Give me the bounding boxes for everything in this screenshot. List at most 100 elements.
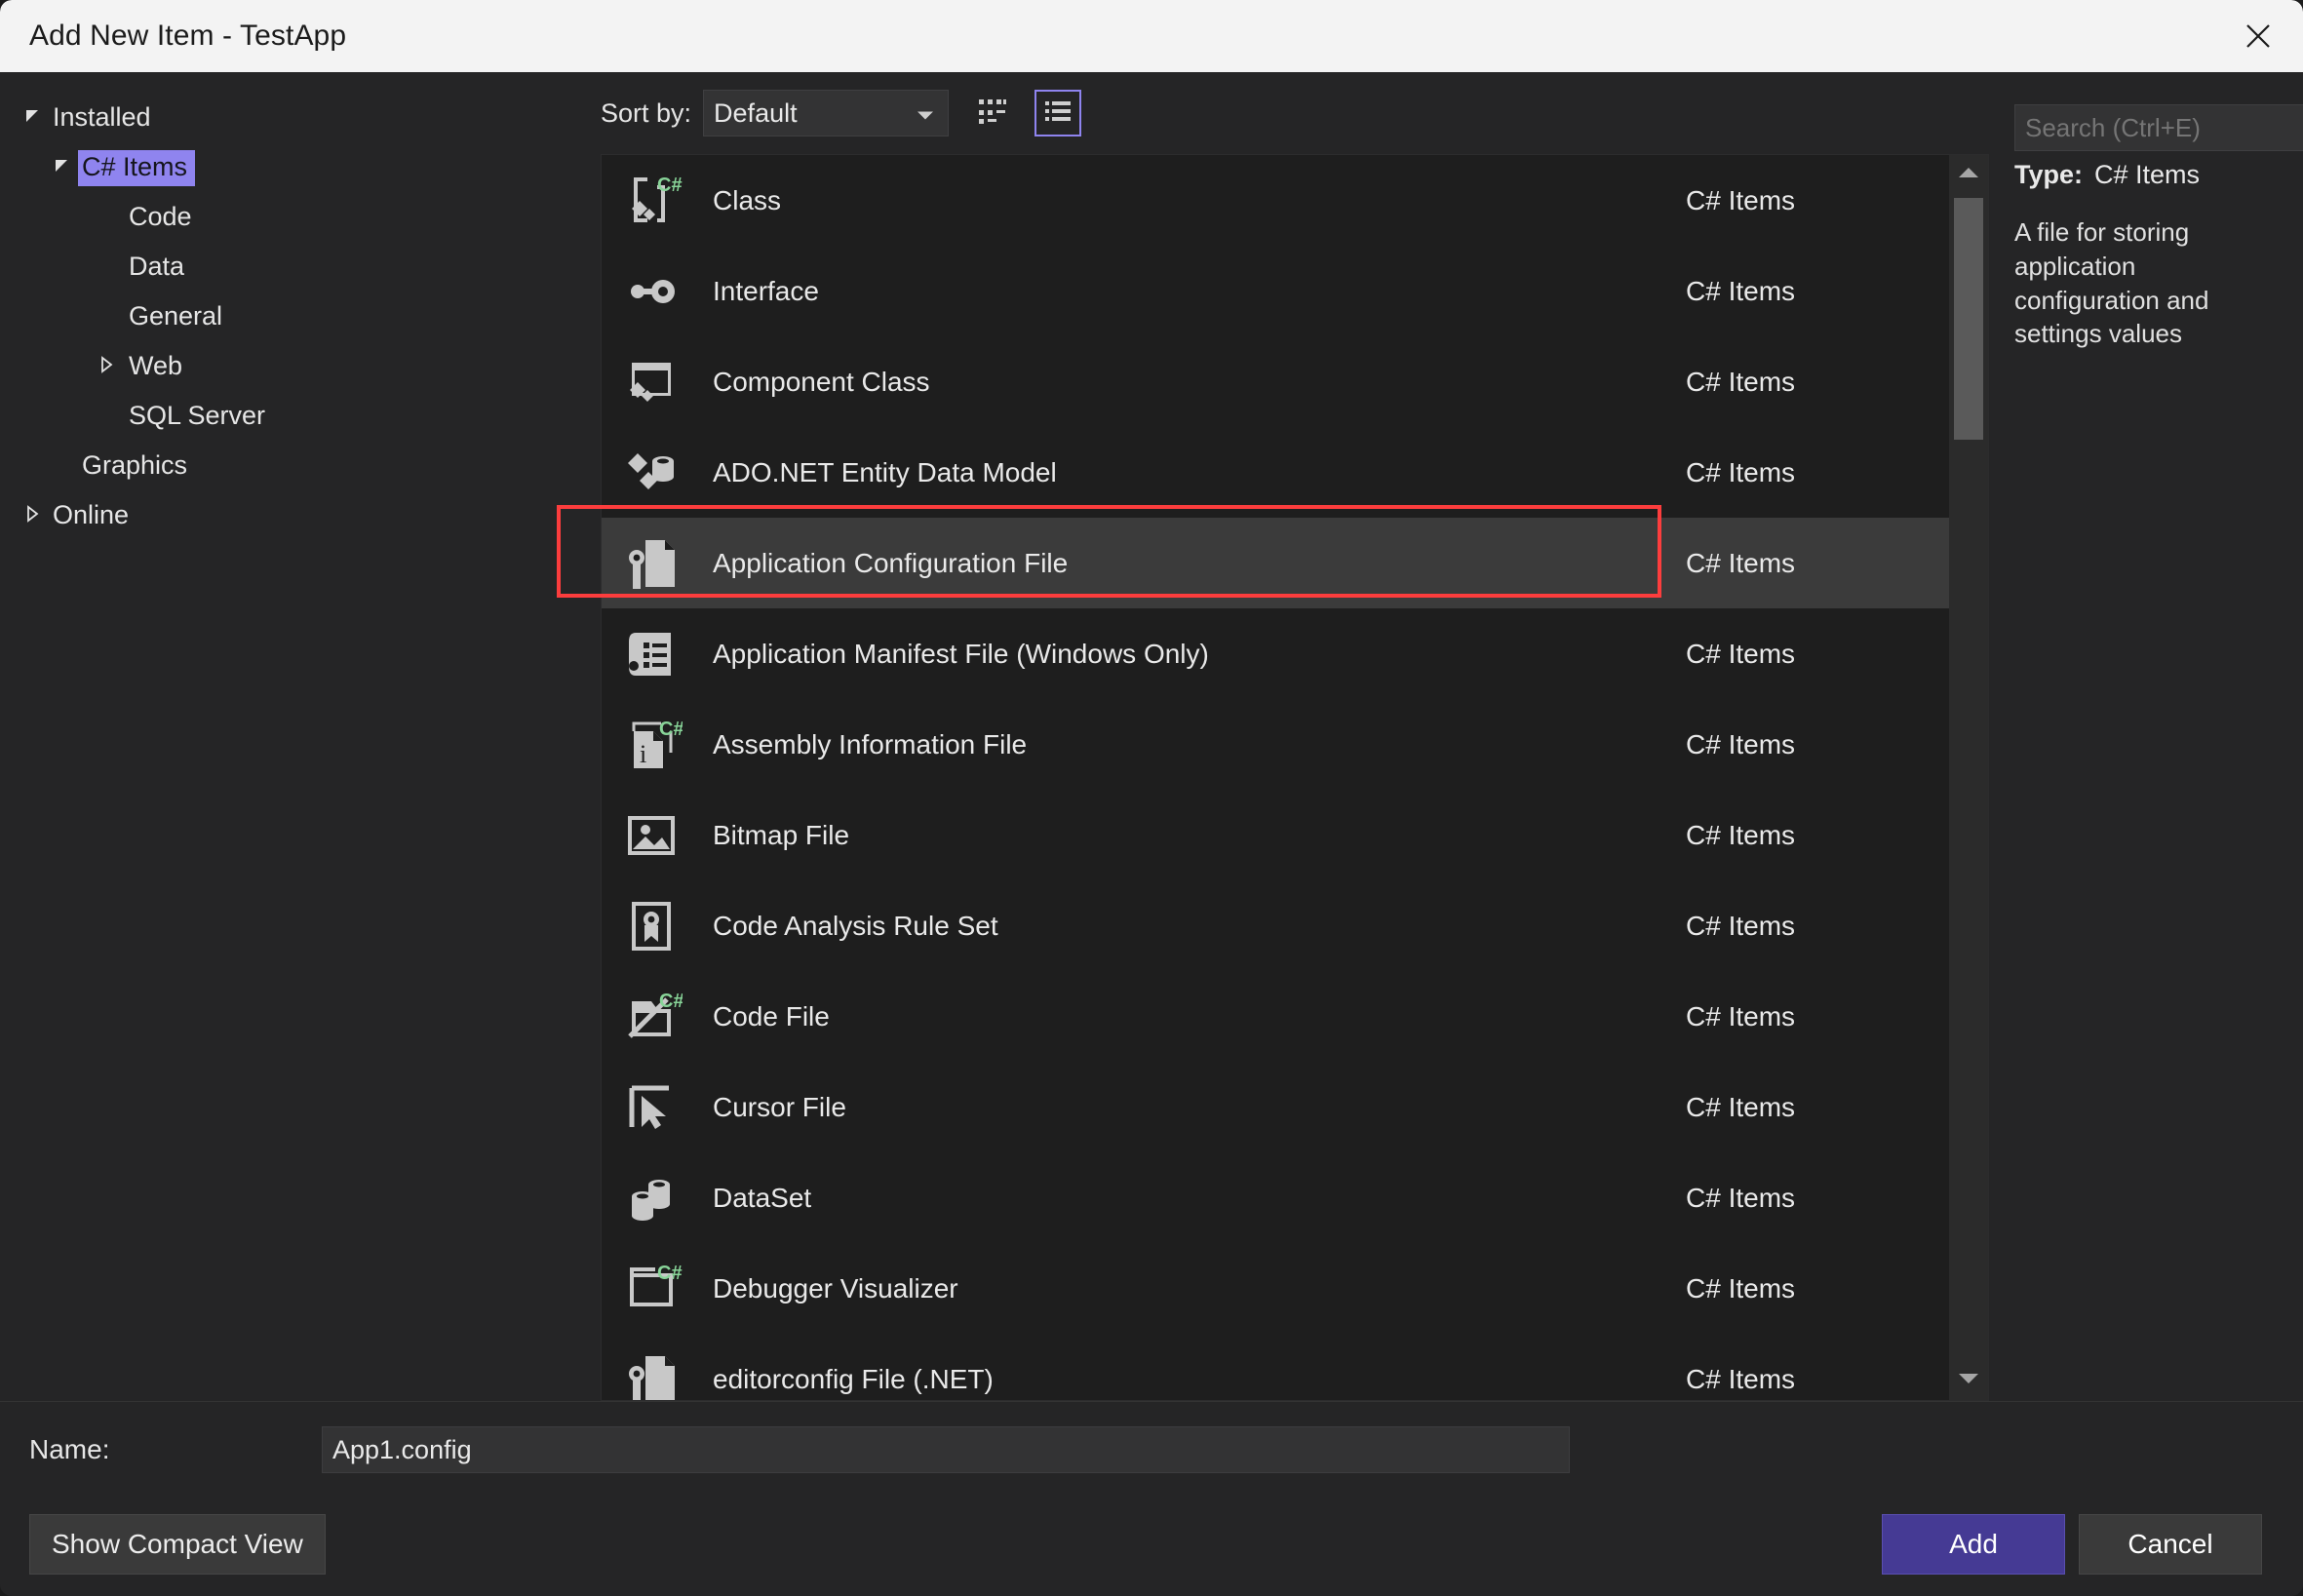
- show-compact-view-button[interactable]: Show Compact View: [29, 1514, 326, 1575]
- sidebar-item-label: C# Items: [78, 150, 196, 186]
- svg-text:C#: C#: [657, 175, 683, 196]
- details-type-value: C# Items: [2094, 160, 2201, 189]
- cancel-button[interactable]: Cancel: [2079, 1514, 2262, 1575]
- twisty-collapsed-icon[interactable]: [97, 355, 116, 379]
- list-item[interactable]: C# Debugger Visualizer C# Items: [602, 1243, 1949, 1334]
- dataset-icon: [615, 1162, 687, 1234]
- sidebar-item-data[interactable]: Data: [0, 243, 593, 292]
- sort-by-select[interactable]: Default: [703, 90, 950, 136]
- list-item-type: C# Items: [1686, 638, 1796, 669]
- twisty-expanded-icon[interactable]: [52, 156, 71, 180]
- list-scrollbar[interactable]: [1949, 155, 1988, 1400]
- list-item-type: C# Items: [1686, 456, 1796, 487]
- footer-buttons: Show Compact View Add Cancel: [0, 1514, 2303, 1575]
- name-input[interactable]: [322, 1426, 1570, 1473]
- scrollbar-thumb[interactable]: [1954, 198, 1983, 440]
- list-item-name: DataSet: [713, 1182, 812, 1213]
- dialog-body: Installed C# Items Code Data General Web SQL S…: [0, 72, 2303, 1401]
- list-item-type: C# Items: [1686, 366, 1796, 397]
- list-toolbar: Sort by: Default: [593, 72, 1989, 154]
- sidebar-item-graphics[interactable]: Graphics: [0, 442, 593, 491]
- twisty-collapsed-icon[interactable]: [22, 504, 42, 528]
- list-item[interactable]: Application Manifest File (Windows Only)…: [602, 608, 1949, 699]
- list-item[interactable]: Interface C# Items: [602, 246, 1949, 336]
- window-title: Add New Item - TestApp: [29, 19, 347, 52]
- entity-data-model-icon: [615, 437, 687, 509]
- list-item[interactable]: Component Class C# Items: [602, 336, 1949, 427]
- list-view-button[interactable]: [1034, 90, 1082, 136]
- twisty[interactable]: [16, 504, 49, 528]
- component-class-icon: [615, 346, 687, 418]
- manifest-file-icon: [615, 618, 687, 690]
- twisty-expanded-icon[interactable]: [22, 106, 42, 131]
- dialog-footer: Name: Show Compact View Add Cancel: [0, 1401, 2303, 1596]
- list-item[interactable]: i C# Assembly Information File C# Items: [602, 699, 1949, 790]
- close-icon: [2244, 21, 2273, 51]
- scroll-up-icon: [1957, 166, 1980, 184]
- list-item-name: Bitmap File: [713, 819, 850, 850]
- sidebar-item-label: General: [129, 301, 223, 331]
- close-button[interactable]: [2213, 0, 2303, 72]
- list-item-name: Class: [713, 184, 782, 215]
- sidebar-item-installed[interactable]: Installed: [0, 94, 593, 143]
- sidebar-item-label: Code: [129, 202, 192, 231]
- bitmap-file-icon: [615, 799, 687, 872]
- twisty[interactable]: [90, 355, 123, 379]
- list-item[interactable]: ADO.NET Entity Data Model C# Items: [602, 427, 1949, 518]
- sidebar-item-general[interactable]: General: [0, 292, 593, 342]
- sidebar-item-web[interactable]: Web: [0, 342, 593, 392]
- code-file-icon: C#: [615, 981, 687, 1053]
- editorconfig-icon: [615, 1343, 687, 1400]
- list-item[interactable]: DataSet C# Items: [602, 1152, 1949, 1243]
- grid-view-icon: [975, 95, 1008, 133]
- list-item[interactable]: C# Class C# Items: [602, 155, 1949, 246]
- center-pane: Sort by: Default C# Class C# Items Inter…: [593, 72, 1989, 1401]
- details-type-line: Type: C# Items: [2014, 160, 2278, 190]
- sidebar-item-label: Installed: [53, 102, 151, 132]
- assembly-info-icon: i C#: [615, 709, 687, 781]
- name-label: Name:: [29, 1434, 110, 1464]
- svg-text:i: i: [640, 740, 646, 768]
- list-item-type: C# Items: [1686, 1182, 1796, 1213]
- list-item-name: editorconfig File (.NET): [713, 1363, 994, 1394]
- list-item-type: C# Items: [1686, 1272, 1796, 1304]
- item-list: C# Class C# Items Interface C# Items Componen…: [602, 155, 1949, 1400]
- sort-by-value: Default: [714, 97, 798, 128]
- search-input[interactable]: [2015, 112, 2303, 143]
- twisty[interactable]: [45, 156, 78, 180]
- scroll-up-button[interactable]: [1949, 155, 1988, 194]
- list-item-name: Cursor File: [713, 1091, 846, 1122]
- list-item[interactable]: Cursor File C# Items: [602, 1062, 1949, 1152]
- list-item-name: Code File: [713, 1000, 830, 1032]
- grid-view-button[interactable]: [968, 90, 1015, 136]
- sidebar-item-c-items[interactable]: C# Items: [0, 143, 593, 193]
- sidebar-item-code[interactable]: Code: [0, 193, 593, 243]
- list-item[interactable]: Bitmap File C# Items: [602, 790, 1949, 880]
- list-item[interactable]: Application Configuration File C# Items: [602, 518, 1949, 608]
- list-item[interactable]: C# Code File C# Items: [602, 971, 1949, 1062]
- list-view-icon: [1042, 96, 1073, 132]
- twisty[interactable]: [16, 106, 49, 131]
- list-item-type: C# Items: [1686, 910, 1796, 941]
- search-box[interactable]: [2014, 104, 2303, 151]
- class-icon: C#: [615, 165, 687, 237]
- sort-by-label: Sort by:: [601, 97, 692, 128]
- debugger-visualizer-icon: C#: [615, 1253, 687, 1325]
- details-description: A file for storing application configura…: [2014, 217, 2209, 349]
- add-button[interactable]: Add: [1882, 1514, 2065, 1575]
- scroll-down-button[interactable]: [1949, 1361, 1988, 1400]
- list-item[interactable]: Code Analysis Rule Set C# Items: [602, 880, 1949, 971]
- sidebar-item-online[interactable]: Online: [0, 491, 593, 541]
- list-item-name: Interface: [713, 275, 819, 306]
- list-item[interactable]: editorconfig File (.NET) C# Items: [602, 1334, 1949, 1400]
- sidebar-item-sql-server[interactable]: SQL Server: [0, 392, 593, 442]
- details-type-label: Type:: [2014, 160, 2084, 189]
- scroll-down-icon: [1957, 1372, 1980, 1390]
- config-file-icon: [615, 527, 687, 600]
- list-item-type: C# Items: [1686, 275, 1796, 306]
- list-item-name: Component Class: [713, 366, 930, 397]
- list-item-name: Application Manifest File (Windows Only): [713, 638, 1209, 669]
- list-item-type: C# Items: [1686, 547, 1796, 578]
- interface-icon: [615, 255, 687, 328]
- list-item-type: C# Items: [1686, 1091, 1796, 1122]
